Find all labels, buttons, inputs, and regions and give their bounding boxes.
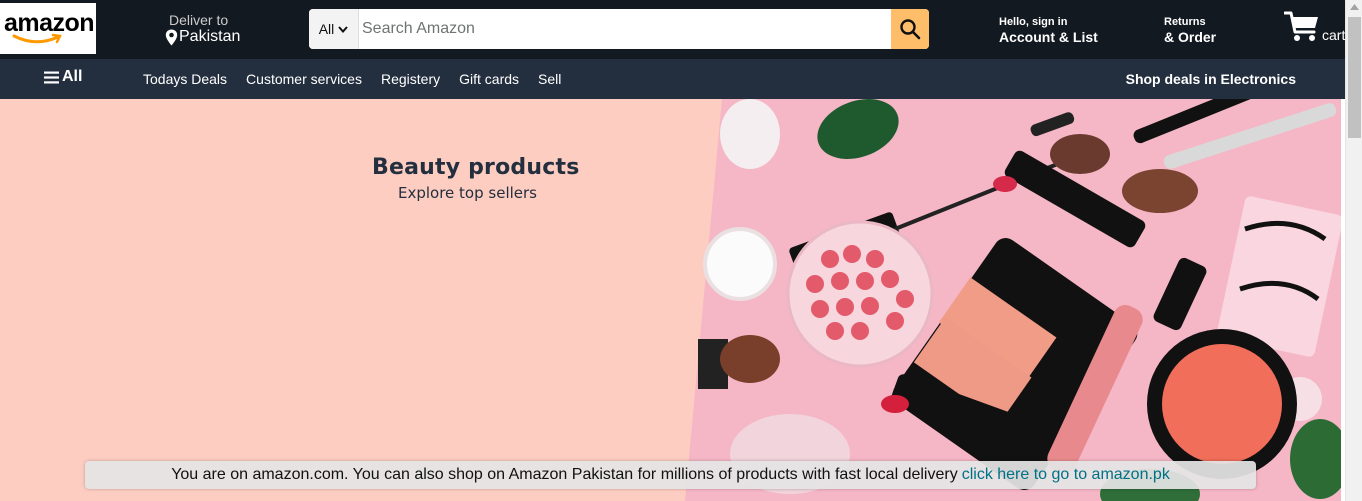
search-category-label: All — [318, 21, 335, 37]
smile-arrow-icon — [12, 33, 62, 44]
search-bar: All — [309, 9, 929, 49]
search-button[interactable] — [891, 9, 929, 49]
deliver-location: Pakistan — [165, 28, 285, 46]
all-menu-label: All — [62, 68, 83, 85]
nav-link-sell[interactable]: Sell — [538, 71, 561, 87]
scroll-up-arrow-icon[interactable] — [1350, 4, 1359, 10]
search-input[interactable] — [359, 9, 891, 49]
orders-label: & Order — [1164, 29, 1217, 45]
hero-banner[interactable]: Beauty products Explore top sellers — [0, 99, 1341, 501]
account-greeting: Hello, sign in — [999, 16, 1068, 28]
account-and-lists[interactable]: Hello, sign in Account & List — [999, 16, 1098, 45]
cart-icon — [1283, 11, 1318, 41]
nav-link-customer-services[interactable]: Customer services — [246, 71, 362, 87]
deliver-location-text: Pakistan — [179, 28, 241, 45]
returns-and-orders[interactable]: Returns & Order — [1164, 16, 1216, 45]
hamburger-icon — [44, 71, 59, 83]
nav-link-gift-cards[interactable]: Gift cards — [459, 71, 519, 87]
chevron-down-icon — [338, 25, 349, 33]
account-label: Account & List — [999, 29, 1098, 45]
returns-label: Returns — [1164, 16, 1206, 28]
beauty-products-image — [685, 99, 1341, 501]
all-menu-button[interactable]: All — [44, 68, 82, 86]
nav-links: Todays Deals Customer services Registery… — [143, 71, 561, 87]
locale-notice-text: You are on amazon.com. You can also shop… — [171, 466, 958, 483]
nav-link-todays-deals[interactable]: Todays Deals — [143, 71, 227, 87]
electronics-deals-link[interactable]: Shop deals in Electronics — [1126, 71, 1296, 87]
nav-link-registry[interactable]: Registery — [381, 71, 440, 87]
top-navbar: amazon Deliver to Pakistan All Search Am… — [0, 0, 1345, 59]
cart-button[interactable]: cart — [1283, 10, 1346, 50]
hero-subtitle: Explore top sellers — [398, 184, 537, 202]
hero-title: Beauty products — [372, 155, 580, 180]
deliver-to-label: Deliver to — [169, 12, 229, 28]
locale-notice-banner: You are on amazon.com. You can also shop… — [85, 461, 1256, 489]
amazon-logo[interactable]: amazon — [0, 3, 96, 54]
search-category-select[interactable]: All — [309, 9, 359, 49]
location-pin-icon — [165, 29, 178, 45]
cart-label: cart — [1322, 27, 1346, 43]
scrollbar-thumb[interactable] — [1348, 17, 1361, 138]
secondary-navbar: All Todays Deals Customer services Regis… — [0, 59, 1345, 99]
amazon-pk-link[interactable]: click here to go to amazon.pk — [962, 466, 1170, 484]
search-icon — [900, 19, 921, 40]
page-scrollbar[interactable] — [1345, 0, 1362, 501]
